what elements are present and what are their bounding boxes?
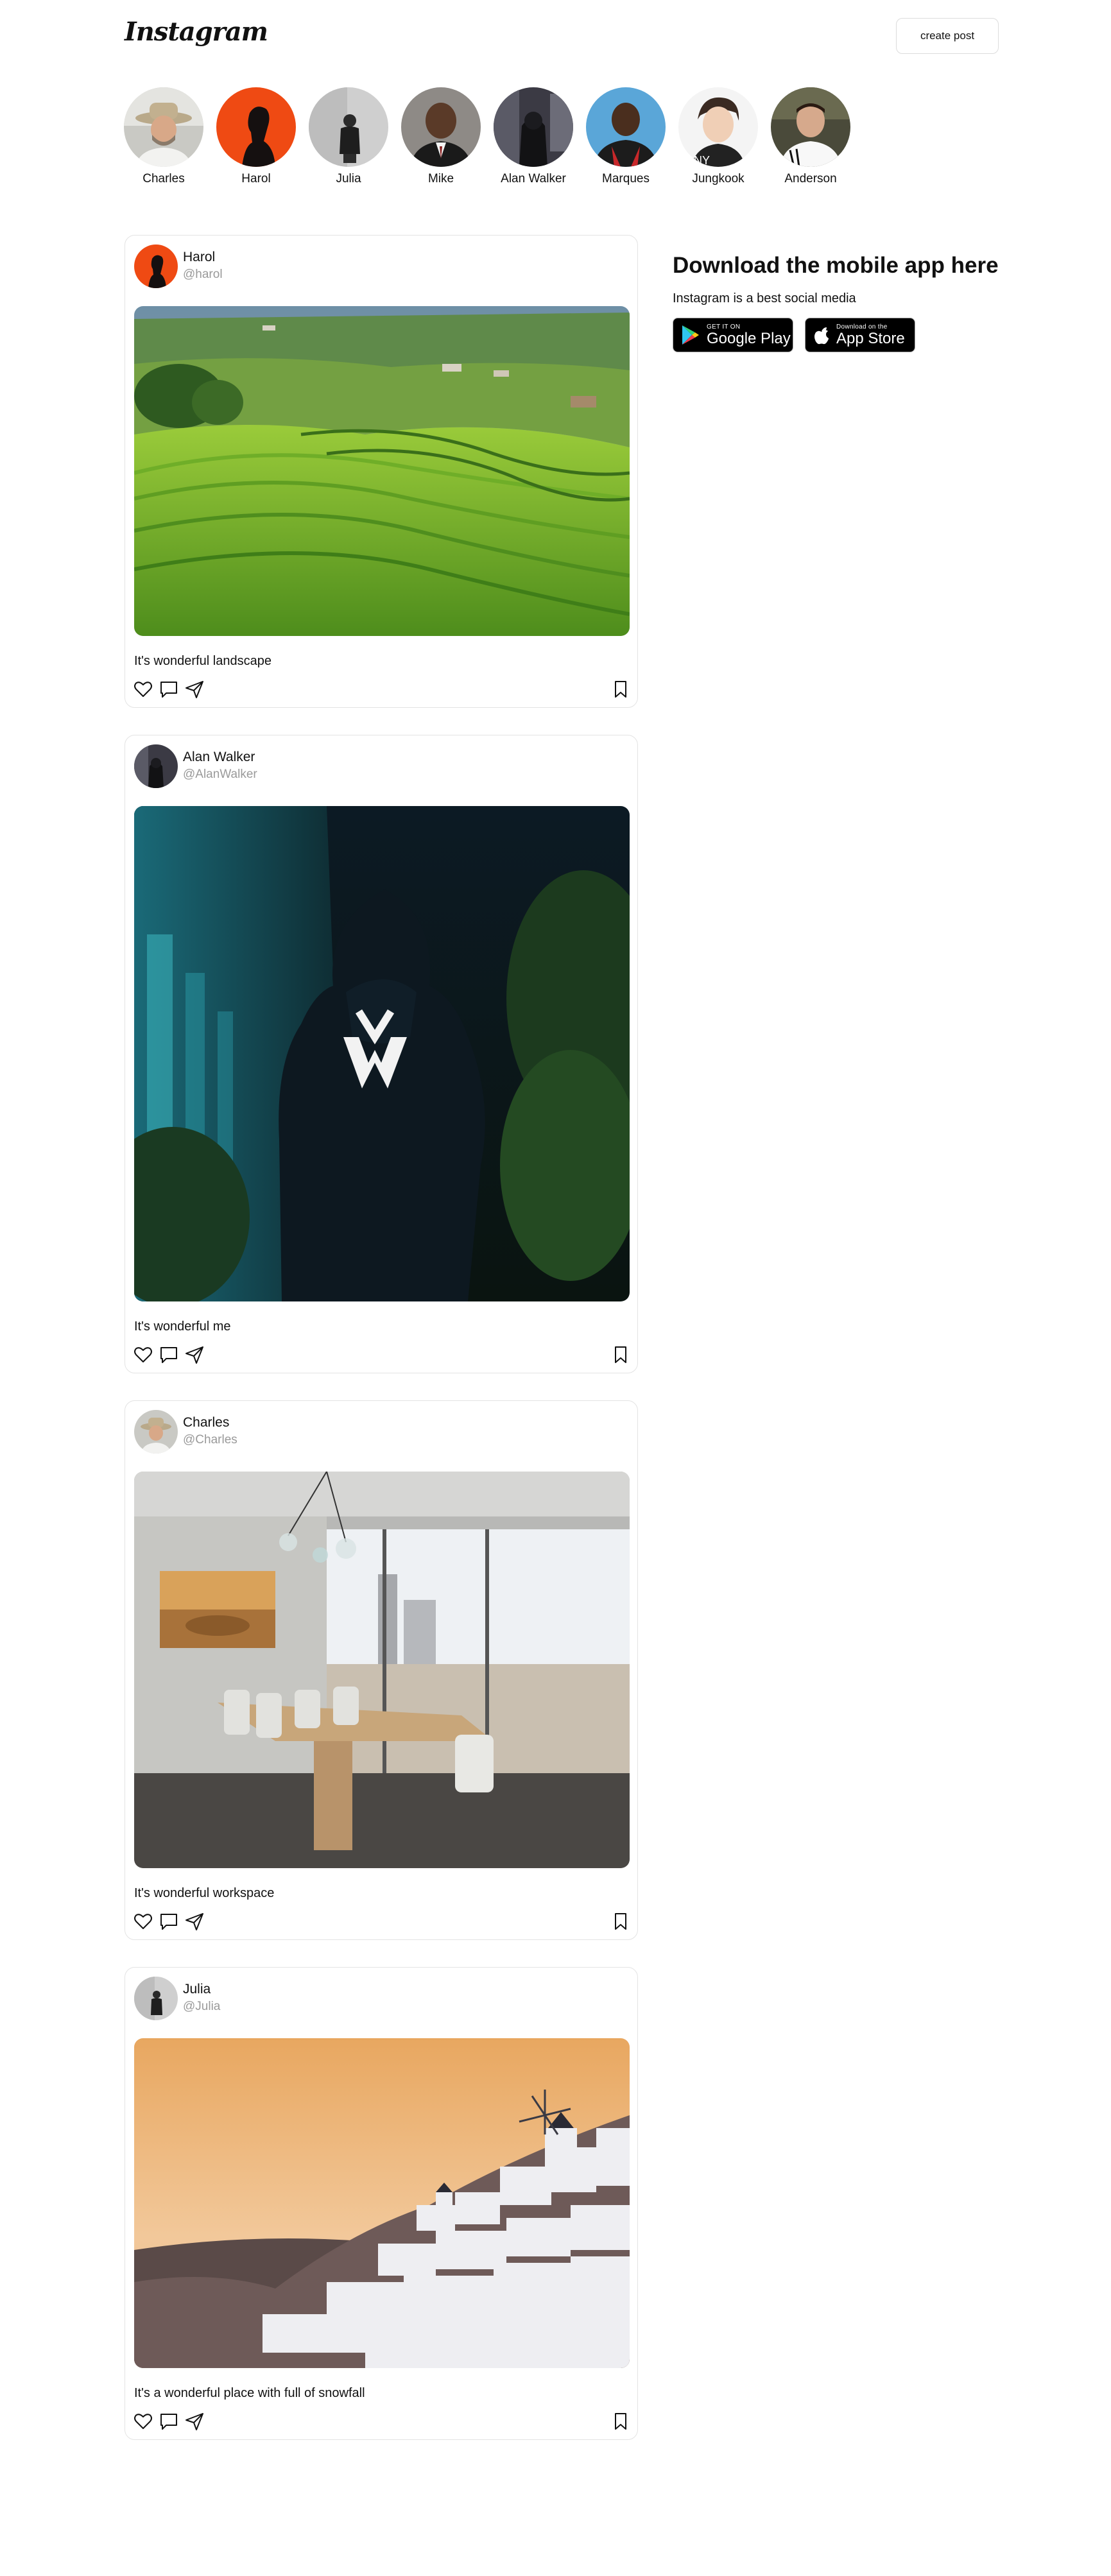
post-handle: @Julia: [183, 2000, 221, 2013]
google-play-small-label: GET IT ON: [707, 323, 741, 331]
post-actions: [125, 1901, 637, 1939]
post-caption: It's wonderful me: [134, 1319, 231, 1334]
bookmark-icon[interactable]: [610, 1911, 631, 1932]
heart-icon[interactable]: [133, 1911, 153, 1932]
comment-icon[interactable]: [159, 679, 179, 700]
post-header: Alan Walker @AlanWalker: [125, 735, 637, 806]
story-anderson[interactable]: Anderson: [770, 87, 851, 186]
story-name: Jungkook: [692, 172, 745, 185]
story-name: Marques: [602, 172, 650, 185]
post-actions: [125, 2401, 637, 2439]
heart-icon[interactable]: [133, 1344, 153, 1365]
story-marques[interactable]: Marques: [585, 87, 666, 186]
story-harol[interactable]: Harol: [216, 87, 297, 186]
stories-bar: Charles Harol Julia Mike Alan Walker Mar…: [123, 87, 863, 186]
story-name: Alan Walker: [501, 172, 566, 185]
instagram-logo[interactable]: Instagram: [125, 17, 268, 47]
story-name: Julia: [336, 172, 361, 185]
avatar: [494, 87, 573, 167]
bookmark-icon[interactable]: [610, 2411, 631, 2432]
comment-icon[interactable]: [159, 2411, 179, 2432]
avatar[interactable]: [134, 1977, 178, 2020]
avatar: [586, 87, 666, 167]
store-badges: GET IT ON Google Play Download on the Ap…: [673, 318, 1006, 352]
share-icon[interactable]: [184, 1344, 205, 1365]
post-caption: It's wonderful workspace: [134, 1886, 275, 1900]
post-image[interactable]: [134, 1472, 630, 1868]
bookmark-icon[interactable]: [610, 679, 631, 700]
bookmark-icon[interactable]: [610, 1344, 631, 1365]
post-handle: @harol: [183, 268, 223, 281]
post-username[interactable]: Julia: [183, 1982, 211, 1997]
post-username[interactable]: Alan Walker: [183, 750, 255, 765]
story-name: Charles: [142, 172, 185, 185]
app-store-small-label: Download on the: [836, 323, 888, 331]
feed: Harol @harol It's wonderful landscape Al…: [125, 235, 638, 2467]
heart-icon[interactable]: [133, 2411, 153, 2432]
avatar: [216, 87, 296, 167]
story-mike[interactable]: Mike: [400, 87, 481, 186]
comment-icon[interactable]: [159, 1911, 179, 1932]
avatar: [124, 87, 203, 167]
story-charles[interactable]: Charles: [123, 87, 204, 186]
download-title: Download the mobile app here: [673, 253, 999, 278]
post-image[interactable]: [134, 806, 630, 1301]
avatar[interactable]: [134, 744, 178, 788]
post-card: Alan Walker @AlanWalker It's wonderful m…: [125, 735, 638, 1373]
google-play-button[interactable]: GET IT ON Google Play: [673, 318, 793, 352]
avatar: [309, 87, 388, 167]
post-header: Charles @Charles: [125, 1401, 637, 1472]
post-actions: [125, 669, 637, 707]
avatar[interactable]: [134, 245, 178, 288]
avatar: NY: [678, 87, 758, 167]
post-card: Harol @harol It's wonderful landscape: [125, 235, 638, 708]
post-username[interactable]: Harol: [183, 250, 215, 265]
post-header: Harol @harol: [125, 236, 637, 306]
avatar: [401, 87, 481, 167]
post-actions: [125, 1334, 637, 1373]
avatar: [771, 87, 850, 167]
post-card: Julia @Julia It's a wonderful place with…: [125, 1967, 638, 2440]
create-post-button[interactable]: create post: [896, 18, 999, 54]
post-caption: It's a wonderful place with full of snow…: [134, 2386, 365, 2400]
app-store-big-label: App Store: [836, 329, 905, 347]
post-handle: @Charles: [183, 1433, 237, 1447]
share-icon[interactable]: [184, 2411, 205, 2432]
post-image[interactable]: [134, 2038, 630, 2368]
google-play-icon: [682, 325, 699, 345]
comment-icon[interactable]: [159, 1344, 179, 1365]
app-store-button[interactable]: Download on the App Store: [805, 318, 915, 352]
story-jungkook[interactable]: NY Jungkook: [678, 87, 759, 186]
google-play-big-label: Google Play: [707, 329, 791, 347]
post-handle: @AlanWalker: [183, 768, 257, 781]
story-name: Anderson: [784, 172, 837, 185]
post-caption: It's wonderful landscape: [134, 654, 271, 668]
post-image[interactable]: [134, 306, 630, 636]
apple-icon: [814, 327, 829, 345]
share-icon[interactable]: [184, 1911, 205, 1932]
share-icon[interactable]: [184, 679, 205, 700]
post-card: Charles @Charles It's wonderful workspac…: [125, 1400, 638, 1940]
download-app-panel: Download the mobile app here Instagram i…: [673, 253, 1006, 352]
post-username[interactable]: Charles: [183, 1415, 229, 1430]
heart-icon[interactable]: [133, 679, 153, 700]
story-name: Mike: [427, 172, 454, 185]
download-subtitle: Instagram is a best social media: [673, 291, 856, 305]
story-alan-walker[interactable]: Alan Walker: [493, 87, 574, 186]
story-julia[interactable]: Julia: [308, 87, 389, 186]
top-bar: Instagram create post: [125, 15, 999, 56]
svg-text:NY: NY: [694, 154, 710, 167]
story-name: Harol: [241, 172, 271, 185]
avatar[interactable]: [134, 1410, 178, 1454]
post-header: Julia @Julia: [125, 1968, 637, 2038]
